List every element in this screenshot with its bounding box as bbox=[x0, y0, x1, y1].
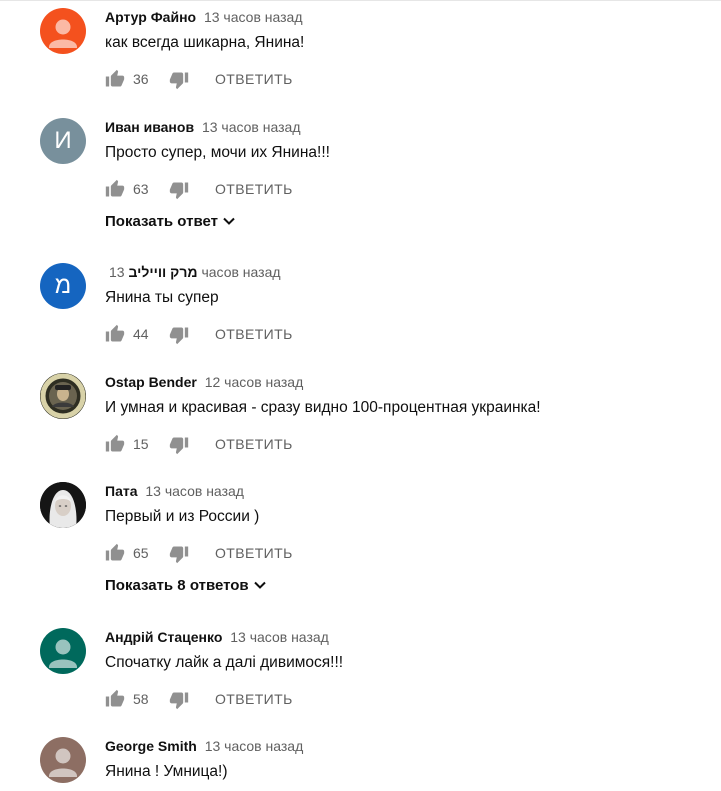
author-name[interactable]: Пата bbox=[105, 483, 138, 499]
reply-button[interactable]: ОТВЕТИТЬ bbox=[215, 179, 293, 199]
avatar[interactable] bbox=[40, 8, 86, 54]
reply-button[interactable]: ОТВЕТИТЬ bbox=[215, 434, 293, 454]
comments-section: Артур Файно 13 часов назад как всегда ши… bbox=[0, 0, 721, 791]
comment-header: מרק ווייליב 13 часов назад bbox=[105, 262, 281, 282]
thumbs-up-icon[interactable] bbox=[105, 543, 125, 563]
show-replies-label: Показать ответ bbox=[105, 213, 218, 230]
avatar-letter: מ bbox=[54, 272, 72, 299]
comment-text: Первый и из России ) bbox=[105, 508, 260, 525]
show-replies-button[interactable]: Показать ответ bbox=[105, 211, 236, 233]
avatar[interactable] bbox=[40, 373, 86, 419]
avatar[interactable] bbox=[40, 482, 86, 528]
like-count: 44 bbox=[133, 326, 149, 342]
timestamp[interactable]: 13 часов назад bbox=[230, 629, 329, 645]
comment-actions: 44 ОТВЕТИТЬ bbox=[105, 322, 405, 346]
author-name[interactable]: מרק ווייליב bbox=[128, 264, 197, 280]
reply-button[interactable]: ОТВЕТИТЬ bbox=[215, 543, 293, 563]
show-replies-label: Показать 8 ответов bbox=[105, 577, 249, 594]
avatar-letter: И bbox=[54, 127, 72, 154]
badge-photo-icon bbox=[40, 373, 86, 419]
default-person-icon bbox=[49, 639, 77, 668]
author-name[interactable]: Андрій Стаценко bbox=[105, 629, 222, 645]
comment-actions: 15 ОТВЕТИТЬ bbox=[105, 432, 405, 456]
avatar[interactable]: И bbox=[40, 118, 86, 164]
thumbs-down-icon[interactable] bbox=[169, 544, 189, 564]
comment-header: Ostap Bender 12 часов назад bbox=[105, 372, 303, 392]
chevron-down-icon bbox=[223, 217, 235, 225]
avatar[interactable] bbox=[40, 628, 86, 674]
thumbs-down-icon[interactable] bbox=[169, 435, 189, 455]
author-name[interactable]: Иван иванов bbox=[105, 119, 194, 135]
author-name[interactable]: Артур Файно bbox=[105, 9, 196, 25]
reply-button[interactable]: ОТВЕТИТЬ bbox=[215, 324, 293, 344]
comment-actions: 63 ОТВЕТИТЬ bbox=[105, 177, 405, 201]
comment-actions: 65 ОТВЕТИТЬ bbox=[105, 541, 405, 565]
comment-actions: 36 ОТВЕТИТЬ bbox=[105, 67, 405, 91]
like-count: 15 bbox=[133, 436, 149, 452]
like-count: 36 bbox=[133, 71, 149, 87]
avatar[interactable]: מ bbox=[40, 263, 86, 309]
comment-header: Пата 13 часов назад bbox=[105, 481, 244, 501]
comment-actions: 58 ОТВЕТИТЬ bbox=[105, 687, 405, 711]
default-person-icon bbox=[49, 748, 77, 777]
comment-text: Янина ! Умница!) bbox=[105, 763, 228, 780]
comment-text: Просто супер, мочи их Янина!!! bbox=[105, 144, 330, 161]
timestamp[interactable]: 13 часов назад bbox=[202, 119, 301, 135]
timestamp[interactable]: 13 часов назад bbox=[205, 738, 304, 754]
timestamp[interactable]: 13 часов назад bbox=[145, 483, 244, 499]
comment-header: Артур Файно 13 часов назад bbox=[105, 7, 303, 27]
like-count: 65 bbox=[133, 545, 149, 561]
like-count: 63 bbox=[133, 181, 149, 197]
comment-text: И умная и красивая - сразу видно 100-про… bbox=[105, 399, 541, 416]
reply-button[interactable]: ОТВЕТИТЬ bbox=[215, 689, 293, 709]
divider bbox=[0, 0, 721, 1]
thumbs-up-icon[interactable] bbox=[105, 689, 125, 709]
comment-text: как всегда шикарна, Янина! bbox=[105, 34, 305, 51]
default-person-icon bbox=[49, 19, 77, 48]
thumbs-down-icon[interactable] bbox=[169, 70, 189, 90]
thumbs-up-icon[interactable] bbox=[105, 69, 125, 89]
chevron-down-icon bbox=[253, 581, 266, 589]
comment-header: Андрій Стаценко 13 часов назад bbox=[105, 627, 329, 647]
thumbs-up-icon[interactable] bbox=[105, 324, 125, 344]
thumbs-down-icon[interactable] bbox=[169, 180, 189, 200]
thumbs-down-icon[interactable] bbox=[169, 690, 189, 710]
reply-button[interactable]: ОТВЕТИТЬ bbox=[215, 69, 293, 89]
thumbs-up-icon[interactable] bbox=[105, 179, 125, 199]
show-replies-button[interactable]: Показать 8 ответов bbox=[105, 575, 267, 597]
like-count: 58 bbox=[133, 691, 149, 707]
avatar[interactable] bbox=[40, 737, 86, 783]
timestamp[interactable]: 12 часов назад bbox=[205, 374, 304, 390]
portrait-photo-icon bbox=[40, 482, 86, 528]
comment-text: Спочатку лайк а далі дивимося!!! bbox=[105, 654, 344, 671]
thumbs-down-icon[interactable] bbox=[169, 325, 189, 345]
author-name[interactable]: George Smith bbox=[105, 738, 197, 754]
author-name[interactable]: Ostap Bender bbox=[105, 374, 197, 390]
comment-text: Янина ты супер bbox=[105, 289, 219, 306]
thumbs-up-icon[interactable] bbox=[105, 434, 125, 454]
comment-header: George Smith 13 часов назад bbox=[105, 736, 303, 756]
timestamp[interactable]: 13 часов назад bbox=[204, 9, 303, 25]
comment-header: Иван иванов 13 часов назад bbox=[105, 117, 300, 137]
